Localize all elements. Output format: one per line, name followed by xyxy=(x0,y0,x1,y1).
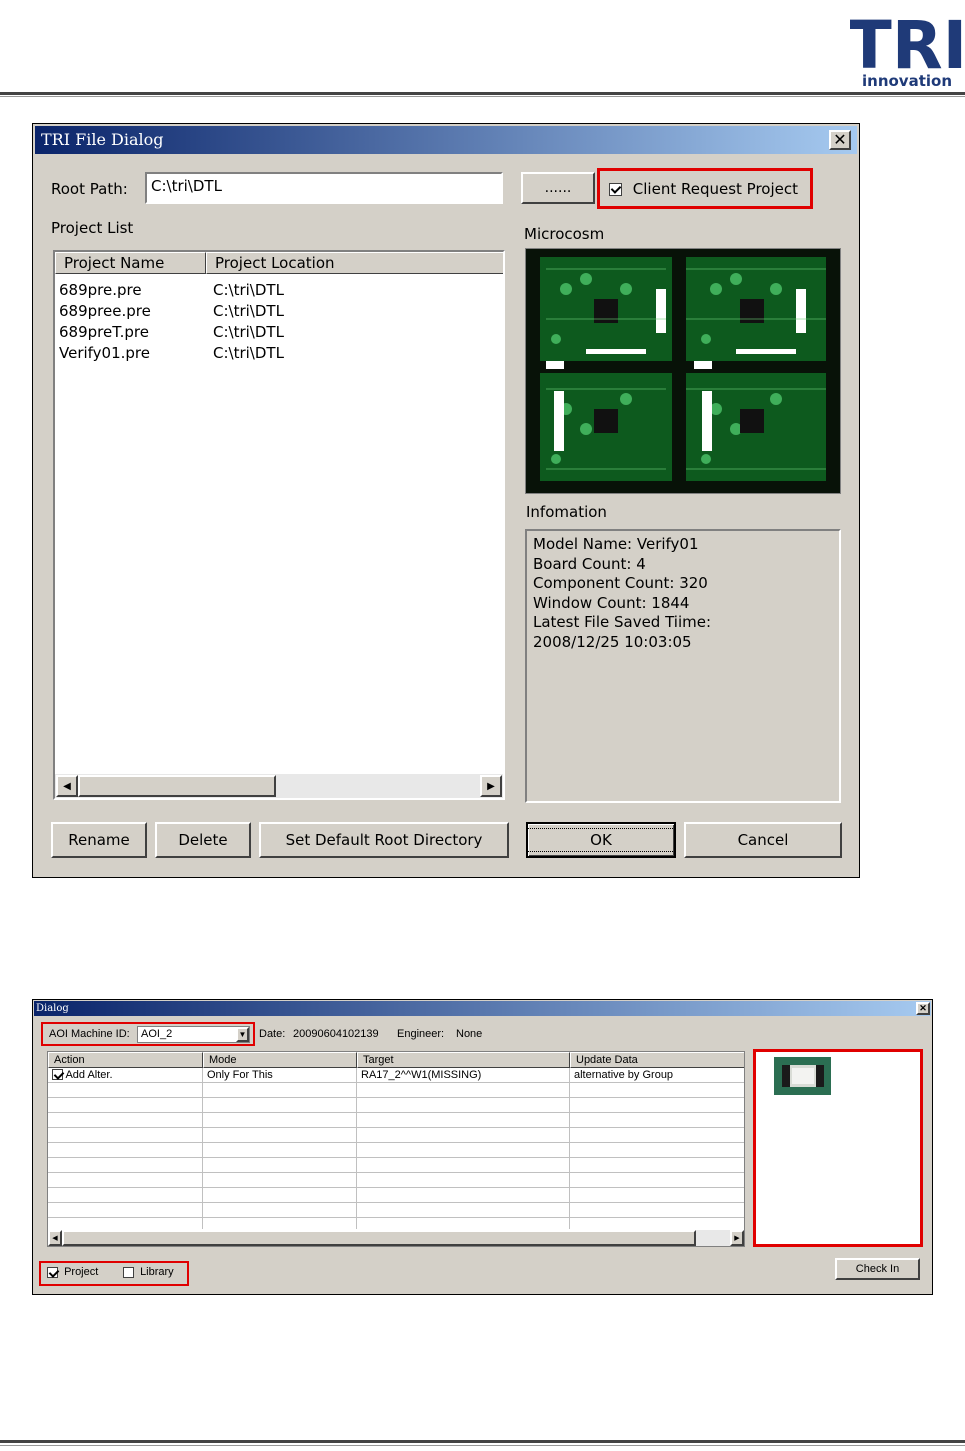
client-request-checkbox[interactable]: Client Request Project xyxy=(609,180,798,198)
set-default-root-directory-button[interactable]: Set Default Root Directory xyxy=(259,822,509,858)
check-in-button[interactable]: Check In xyxy=(835,1258,920,1280)
engineer-label: Engineer: xyxy=(397,1028,445,1040)
microcosm-image xyxy=(525,248,841,494)
library-label: Library xyxy=(140,1266,174,1278)
delete-button[interactable]: Delete xyxy=(155,822,251,858)
tri-innovation-logo: TRI innovation xyxy=(847,6,965,90)
checkbox-checked-icon xyxy=(47,1266,58,1278)
info-component-count: Component Count: 320 xyxy=(533,574,708,592)
header-rule-thin xyxy=(0,96,965,97)
information-panel: Model Name: Verify01 Board Count: 4 Comp… xyxy=(525,529,841,803)
scrollbar-thumb[interactable] xyxy=(78,775,276,797)
close-icon[interactable]: ✕ xyxy=(916,1002,930,1015)
dialog-title: TRI File Dialog xyxy=(41,130,164,149)
grid-cell-target[interactable]: RA17_2^^W1(MISSING) xyxy=(357,1068,570,1083)
grid-cell-mode[interactable]: Only For This xyxy=(203,1068,357,1083)
empty-grid-rows xyxy=(48,1083,744,1229)
check-in-dialog: Dialog ✕ AOI Machine ID: AOI_2 ▼ Date: 2… xyxy=(32,999,933,1295)
action-grid[interactable]: Action Mode Target Update Data Add Alter… xyxy=(47,1051,745,1247)
column-header-target[interactable]: Target xyxy=(357,1052,570,1068)
scroll-left-icon[interactable]: ◀ xyxy=(48,1230,62,1246)
project-checkbox[interactable]: Project xyxy=(47,1266,98,1278)
preview-panel xyxy=(756,1052,920,1244)
info-board-count: Board Count: 4 xyxy=(533,554,646,573)
horizontal-scrollbar[interactable]: ◀ ▶ xyxy=(48,1230,744,1246)
grid-cell-update-data[interactable]: alternative by Group xyxy=(570,1068,744,1083)
logo-subtext: innovation xyxy=(862,72,952,90)
aoi-machine-value: AOI_2 xyxy=(141,1028,173,1040)
info-window-count: Window Count: 1844 xyxy=(533,593,690,612)
scroll-left-icon[interactable]: ◀ xyxy=(56,775,78,797)
client-request-label: Client Request Project xyxy=(632,180,798,198)
grid-cell-action[interactable]: Add Alter. xyxy=(48,1068,203,1083)
project-label: Project xyxy=(64,1266,99,1278)
footer-rule-thin xyxy=(0,1445,965,1446)
column-header-project-name[interactable]: Project Name xyxy=(55,252,206,274)
engineer-value: None xyxy=(456,1028,483,1040)
microcosm-label: Microcosm xyxy=(524,225,605,243)
header-rule xyxy=(0,92,965,95)
dialog-title-bar: TRI File Dialog xyxy=(35,126,857,154)
column-header-mode[interactable]: Mode xyxy=(203,1052,357,1068)
root-path-value: C:\tri\DTL xyxy=(151,177,222,195)
root-path-input[interactable]: C:\tri\DTL xyxy=(145,172,503,204)
component-preview-image xyxy=(774,1057,831,1095)
close-icon[interactable]: ✕ xyxy=(829,130,851,150)
project-list-view[interactable]: Project Name Project Location 689pre.pre… xyxy=(53,250,505,800)
checkbox-checked-icon xyxy=(609,183,622,196)
root-path-label: Root Path: xyxy=(51,180,128,198)
date-label: Date: xyxy=(259,1028,286,1040)
information-label: Infomation xyxy=(526,503,607,521)
aoi-machine-label: AOI Machine ID: xyxy=(49,1028,130,1040)
cancel-button[interactable]: Cancel xyxy=(684,822,842,858)
horizontal-scrollbar[interactable]: ◀ ▶ xyxy=(55,774,503,798)
column-header-action[interactable]: Action xyxy=(48,1052,203,1068)
checkbox-checked-icon[interactable] xyxy=(52,1069,63,1080)
browse-button[interactable]: ...... xyxy=(521,172,595,204)
ok-button-label: OK xyxy=(527,828,675,852)
project-list-label: Project List xyxy=(51,219,134,237)
date-value: 20090604102139 xyxy=(293,1028,379,1040)
dialog-title-bar: Dialog xyxy=(34,1001,931,1016)
info-model-name: Model Name: Verify01 xyxy=(533,535,699,553)
library-checkbox[interactable]: Library xyxy=(123,1266,174,1278)
scroll-right-icon[interactable]: ▶ xyxy=(480,775,502,797)
column-header-update-data[interactable]: Update Data xyxy=(570,1052,744,1068)
scrollbar-thumb[interactable] xyxy=(62,1230,696,1246)
info-saved-time-value: 2008/12/25 10:03:05 xyxy=(533,632,692,651)
rename-button[interactable]: Rename xyxy=(51,822,147,858)
aoi-machine-select[interactable]: AOI_2 ▼ xyxy=(137,1026,250,1043)
dropdown-arrow-icon[interactable]: ▼ xyxy=(236,1027,249,1042)
info-saved-time-label: Latest File Saved Tiime: xyxy=(533,613,712,631)
scroll-right-icon[interactable]: ▶ xyxy=(730,1230,744,1246)
checkbox-unchecked-icon xyxy=(123,1266,134,1278)
dialog-title: Dialog xyxy=(36,1003,69,1014)
ok-button[interactable]: OK xyxy=(526,822,676,858)
tri-file-dialog: TRI File Dialog ✕ Root Path: C:\tri\DTL … xyxy=(32,123,860,878)
column-header-project-location[interactable]: Project Location xyxy=(206,252,503,274)
footer-rule xyxy=(0,1440,965,1443)
